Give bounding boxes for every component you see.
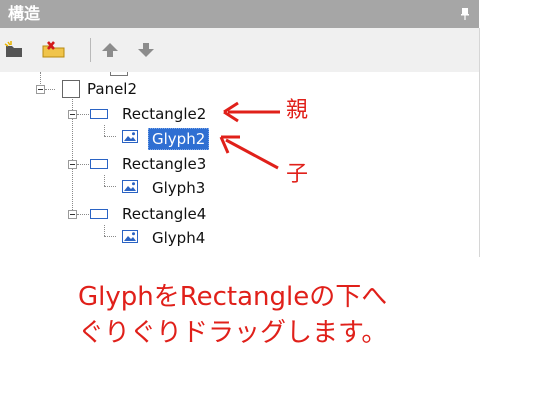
arrow-down-icon[interactable] [136,40,156,60]
child-arrow [219,135,279,170]
tree-node-rectangle4[interactable]: Rectangle4 [122,204,206,224]
toolbar-separator [90,38,91,62]
tree-line [40,72,41,84]
instruction-note: GlyphをRectangleの下へ ぐりぐりドラッグします。 [78,279,518,351]
pin-icon[interactable] [461,8,469,20]
tree-line [104,136,116,137]
collapse-toggle-rectangle2[interactable] [68,110,77,119]
structure-toolbar [0,28,480,72]
collapse-toggle-rectangle4[interactable] [68,210,77,219]
panel-title-bar: 構造 [0,0,479,28]
arrow-up-icon[interactable] [100,40,120,60]
tree-node-glyph2[interactable]: Glyph2 [148,128,210,150]
tree-line [104,225,105,236]
clipped-node [110,72,240,76]
collapse-toggle-panel2[interactable] [36,85,45,94]
child-annotation: 子 [286,162,309,187]
new-item-icon[interactable] [4,40,24,60]
tree-line [104,175,105,186]
glyph-icon [122,130,138,143]
panel-title: 構造 [8,4,41,23]
tree-line [77,214,89,215]
tree-node-glyph3[interactable]: Glyph3 [152,178,205,198]
instruction-line-1: GlyphをRectangleの下へ [78,282,388,312]
tree-node-rectangle3[interactable]: Rectangle3 [122,154,206,174]
glyph-icon [122,180,138,193]
tree-line [45,89,55,90]
tree-line [77,164,89,165]
glyph-icon [122,230,138,243]
tree-node-glyph4[interactable]: Glyph4 [152,228,205,248]
tree-line [104,186,116,187]
rectangle-icon [90,159,108,169]
delete-item-icon[interactable] [40,40,68,60]
tree-line [104,125,105,136]
tree-line [77,114,89,115]
panel-icon [62,80,80,98]
instruction-line-2: ぐりぐりドラッグします。 [78,318,388,348]
tree-node-panel2[interactable]: Panel2 [87,79,137,99]
tree-node-rectangle2[interactable]: Rectangle2 [122,104,206,124]
rectangle-icon [90,209,108,219]
collapse-toggle-rectangle3[interactable] [68,160,77,169]
parent-arrow [223,101,280,123]
tree-line [104,236,116,237]
parent-annotation: 親 [286,98,309,123]
rectangle-icon [90,109,108,119]
